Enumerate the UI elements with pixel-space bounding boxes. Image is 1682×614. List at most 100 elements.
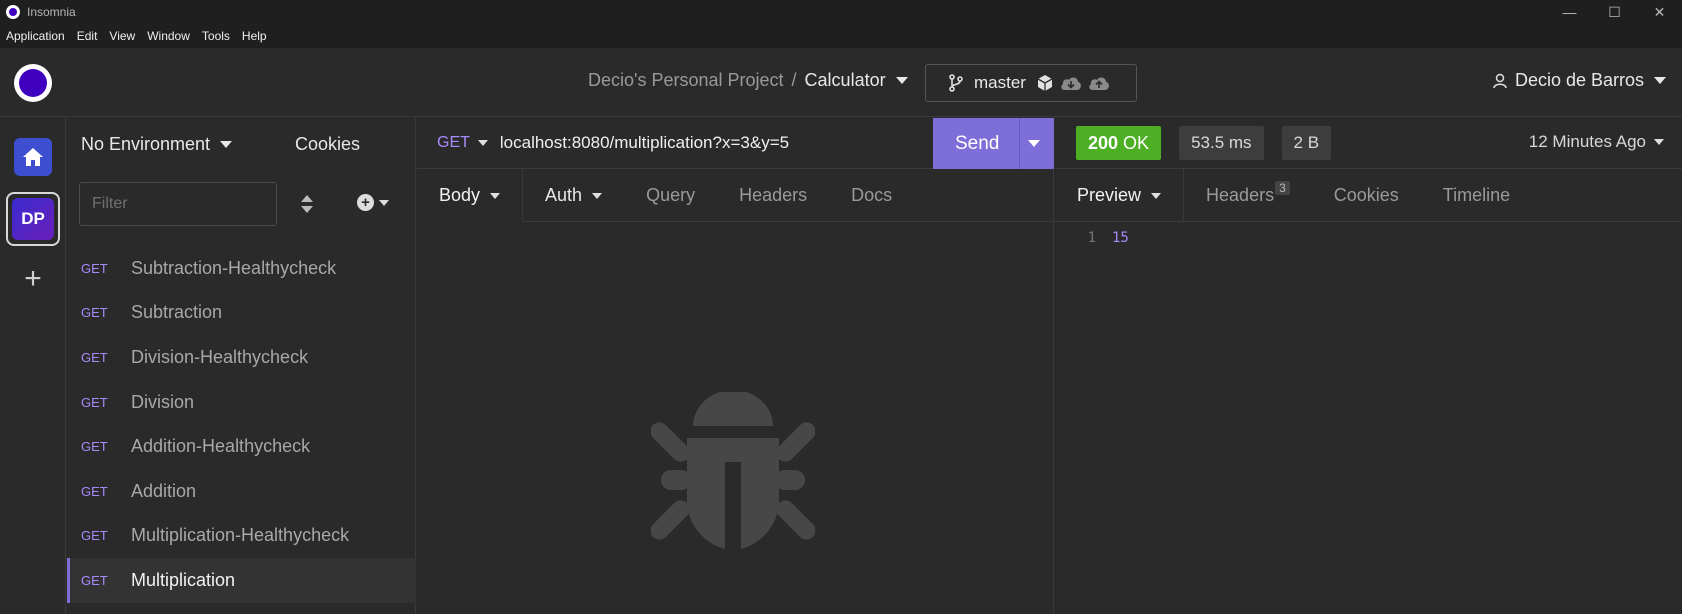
request-name: Multiplication-Healthycheck bbox=[131, 525, 350, 546]
chevron-down-icon bbox=[1654, 77, 1667, 84]
user-icon bbox=[1493, 73, 1507, 88]
filter-input[interactable] bbox=[79, 182, 277, 226]
response-time-badge: 53.5 ms bbox=[1179, 126, 1264, 160]
chevron-down-icon[interactable] bbox=[1028, 140, 1040, 147]
close-icon[interactable]: ✕ bbox=[1637, 0, 1682, 24]
menu-tools[interactable]: Tools bbox=[202, 29, 230, 43]
line-number: 1 bbox=[1087, 230, 1096, 246]
request-name: Addition bbox=[131, 480, 197, 501]
sort-icon[interactable] bbox=[300, 195, 314, 215]
request-method: GET bbox=[81, 572, 108, 588]
add-workspace-button[interactable]: + bbox=[20, 264, 46, 294]
request-name: Multiplication bbox=[131, 569, 236, 590]
chevron-down-icon bbox=[477, 140, 488, 146]
menu-view[interactable]: View bbox=[109, 29, 135, 43]
cookies-button[interactable]: Cookies bbox=[295, 134, 360, 155]
insomnia-logo-icon[interactable] bbox=[14, 64, 52, 102]
list-item[interactable]: GET Subtraction-Healthycheck bbox=[67, 246, 416, 291]
menu-window[interactable]: Window bbox=[147, 29, 190, 43]
request-method: GET bbox=[81, 483, 108, 499]
breadcrumb-project[interactable]: Decio's Personal Project bbox=[588, 70, 784, 91]
request-name: Division-Healthycheck bbox=[131, 346, 309, 367]
cloud-download-icon[interactable] bbox=[1060, 75, 1082, 91]
send-button[interactable]: Send bbox=[933, 118, 1054, 169]
breadcrumb-collection[interactable]: Calculator bbox=[805, 70, 886, 91]
maximize-icon[interactable]: ☐ bbox=[1592, 0, 1637, 24]
menu-application[interactable]: Application bbox=[6, 29, 65, 43]
branch-button[interactable]: master bbox=[925, 64, 1137, 102]
history-dropdown[interactable]: 12 Minutes Ago bbox=[1529, 132, 1664, 152]
request-name: Addition-Healthycheck bbox=[131, 436, 311, 457]
request-name: Subtraction-Healthycheck bbox=[131, 257, 337, 278]
list-item[interactable]: GET Subtraction bbox=[67, 291, 416, 336]
list-item[interactable]: GET Division-Healthycheck bbox=[67, 335, 416, 380]
breadcrumb-separator: / bbox=[791, 70, 797, 90]
request-method: GET bbox=[81, 349, 108, 365]
request-method: GET bbox=[81, 528, 108, 544]
bug-icon bbox=[651, 392, 815, 550]
method-label: GET bbox=[437, 134, 470, 151]
list-item[interactable]: GET Addition bbox=[67, 469, 416, 514]
tab-query[interactable]: Query bbox=[624, 170, 717, 222]
chevron-down-icon[interactable] bbox=[895, 77, 908, 84]
cloud-upload-icon[interactable] bbox=[1088, 75, 1110, 91]
request-name: Subtraction bbox=[131, 302, 223, 323]
response-size-badge: 2 B bbox=[1281, 126, 1332, 160]
user-name: Decio de Barros bbox=[1515, 70, 1645, 90]
request-name: Division bbox=[131, 391, 195, 412]
tab-timeline[interactable]: Timeline bbox=[1421, 170, 1532, 222]
tab-auth-label: Auth bbox=[545, 185, 583, 205]
response-tabs: Preview Headers 3 Cookies Timeline bbox=[1055, 169, 1682, 222]
git-branch-icon bbox=[949, 74, 963, 92]
menu-bar: Application Edit View Window Tools Help bbox=[0, 24, 1682, 48]
menu-help[interactable]: Help bbox=[242, 29, 267, 43]
menu-edit[interactable]: Edit bbox=[77, 29, 98, 43]
plus-circle-icon: + bbox=[357, 194, 374, 211]
workspace-rail: DP + bbox=[0, 118, 66, 614]
request-method: GET bbox=[81, 394, 108, 410]
time-ago-label: 12 Minutes Ago bbox=[1528, 132, 1646, 151]
tab-docs[interactable]: Docs bbox=[829, 170, 914, 222]
user-menu[interactable]: Decio de Barros bbox=[1493, 70, 1667, 91]
request-sidebar: No Environment Cookies + GET Subtraction… bbox=[67, 118, 416, 614]
url-bar: GET Send bbox=[417, 118, 1054, 169]
response-body-line: 1 15 bbox=[1055, 230, 1129, 246]
url-input[interactable] bbox=[499, 133, 920, 153]
status-code: 200 bbox=[1088, 132, 1119, 153]
create-request-button[interactable]: + bbox=[357, 194, 389, 211]
workspace-initials: DP bbox=[12, 198, 54, 240]
tab-auth[interactable]: Auth bbox=[523, 170, 624, 222]
app-header: Decio's Personal Project / Calculator ma… bbox=[0, 48, 1682, 117]
window-title: Insomnia bbox=[27, 5, 76, 19]
commit-box-icon[interactable] bbox=[1036, 74, 1054, 92]
tab-headers[interactable]: Headers bbox=[717, 170, 829, 222]
request-list: GET Subtraction-Healthycheck GET Subtrac… bbox=[67, 246, 416, 603]
tab-body[interactable]: Body bbox=[417, 169, 524, 222]
request-method: GET bbox=[81, 439, 108, 455]
minimize-icon[interactable]: — bbox=[1547, 0, 1592, 24]
insomnia-logo-icon bbox=[6, 5, 20, 19]
chevron-down-icon bbox=[1654, 139, 1664, 145]
method-select[interactable]: GET bbox=[437, 134, 488, 152]
list-item[interactable]: GET Multiplication-Healthycheck bbox=[67, 514, 416, 559]
list-item-active[interactable]: GET Multiplication bbox=[67, 558, 416, 603]
tab-preview[interactable]: Preview bbox=[1055, 169, 1185, 222]
title-bar: Insomnia — ☐ ✕ bbox=[0, 0, 1682, 24]
response-pane: 200 OK 53.5 ms 2 B 12 Minutes Ago Previe… bbox=[1055, 118, 1682, 614]
request-method: GET bbox=[81, 260, 108, 276]
environment-label: No Environment bbox=[81, 134, 211, 154]
send-divider bbox=[1019, 118, 1020, 169]
chevron-down-icon bbox=[1151, 192, 1162, 199]
environment-select[interactable]: No Environment bbox=[81, 134, 233, 155]
headers-count-badge: 3 bbox=[1275, 180, 1290, 195]
branch-name: master bbox=[974, 73, 1026, 92]
list-item[interactable]: GET Division bbox=[67, 380, 416, 425]
tab-response-headers[interactable]: Headers 3 bbox=[1184, 170, 1312, 222]
home-button[interactable] bbox=[14, 138, 52, 176]
status-badge: 200 OK bbox=[1076, 126, 1162, 160]
tab-cookies[interactable]: Cookies bbox=[1312, 170, 1421, 222]
request-tabs: Body Auth Query Headers Docs bbox=[417, 169, 1054, 222]
workspace-avatar-button[interactable]: DP bbox=[6, 192, 60, 246]
chevron-down-icon bbox=[592, 192, 603, 199]
list-item[interactable]: GET Addition-Healthycheck bbox=[67, 424, 416, 469]
